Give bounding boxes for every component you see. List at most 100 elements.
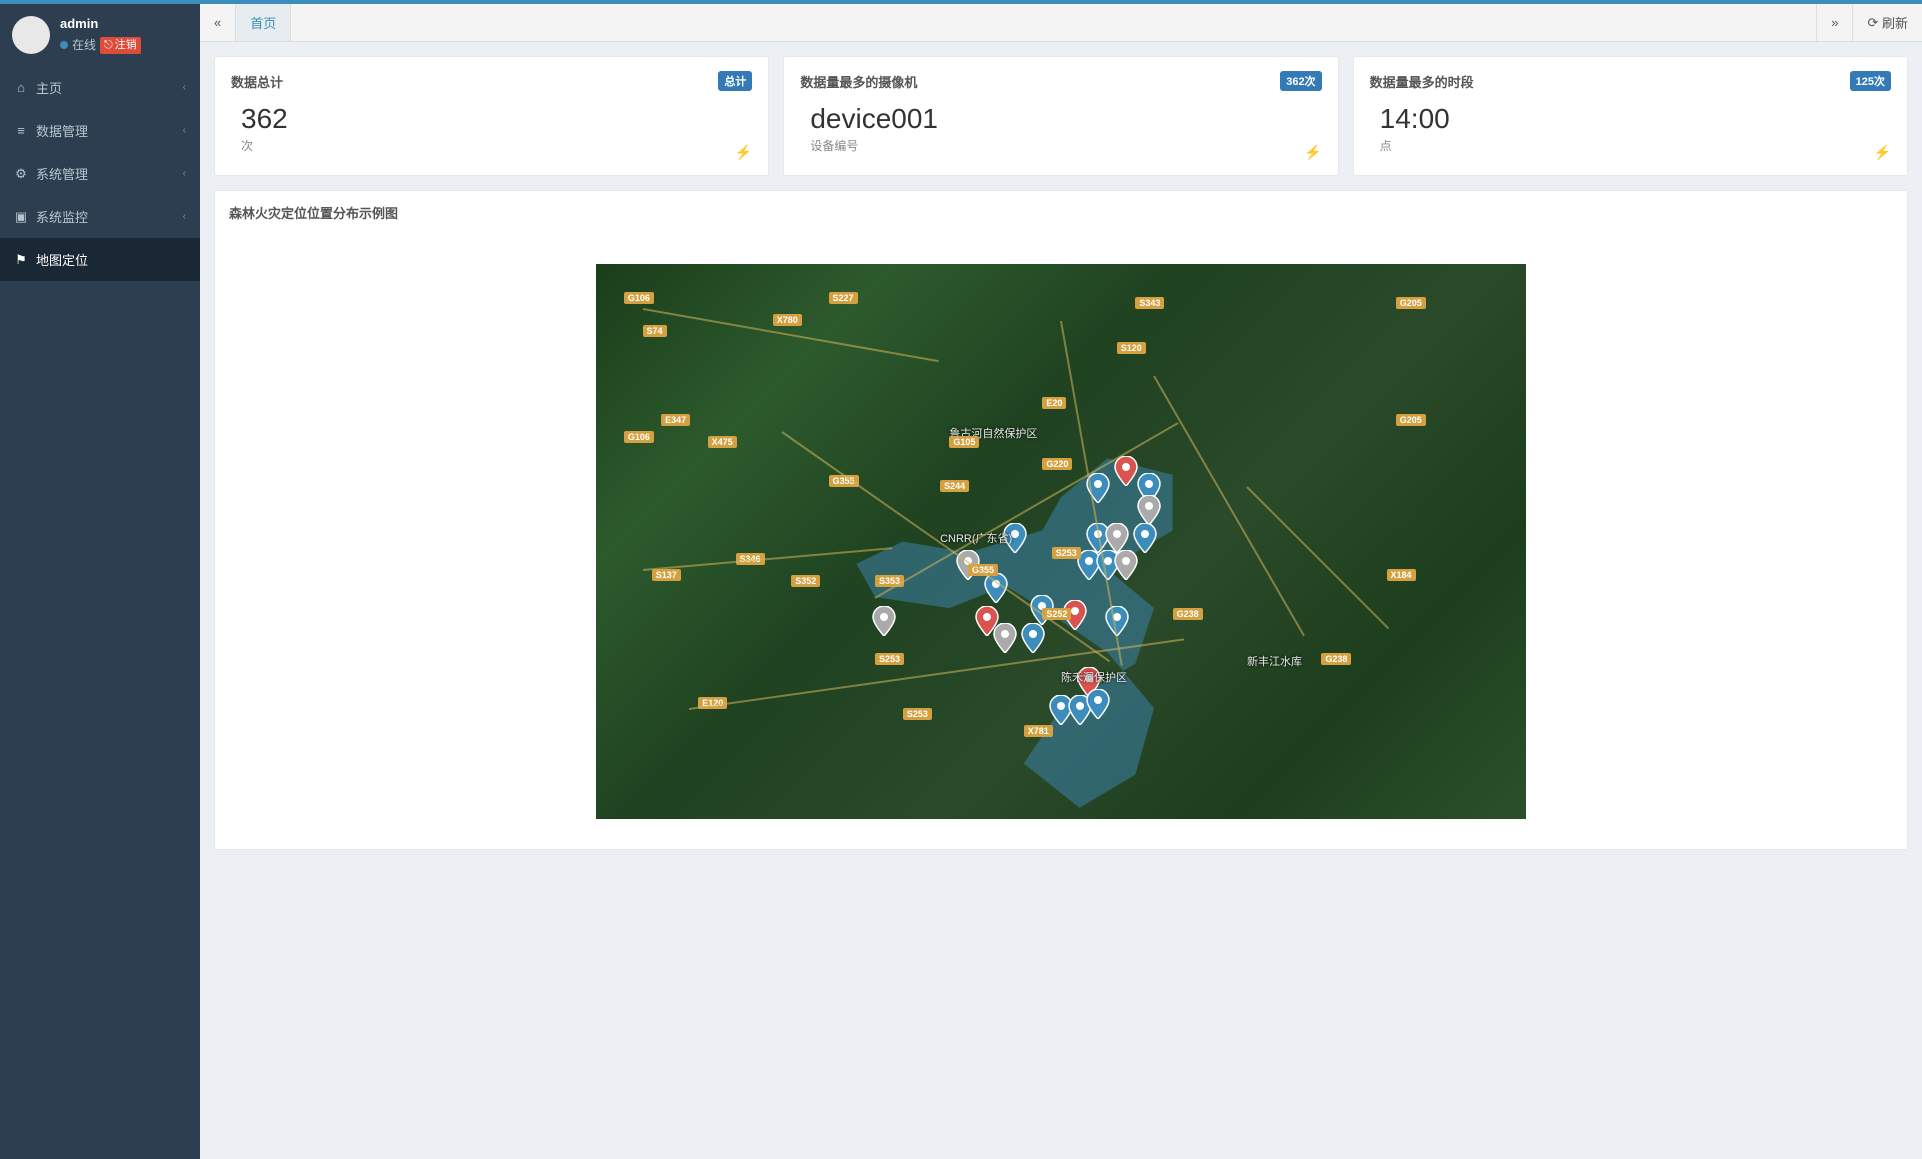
map-road-label: G106 — [624, 292, 654, 304]
tabs-next-button[interactable]: » — [1816, 4, 1852, 41]
username: admin — [60, 16, 141, 33]
tab-bar: « 首页 » ⟳ 刷新 — [200, 4, 1922, 42]
card-value: 14:00 — [1370, 103, 1891, 135]
camera-icon: ▣ — [14, 209, 28, 225]
refresh-label: 刷新 — [1882, 13, 1908, 32]
user-panel: admin 在线 ⎋ 注销 — [0, 4, 200, 66]
card-badge: 125次 — [1850, 71, 1891, 91]
card-title: 数据量最多的摄像机 — [800, 72, 917, 91]
card-badge: 总计 — [718, 71, 752, 91]
map-road-label: G106 — [624, 431, 654, 443]
card-sub: 次 — [231, 137, 752, 154]
home-icon: ⌂ — [14, 80, 28, 95]
map-road-label: S343 — [1135, 297, 1164, 309]
tab-home[interactable]: 首页 — [236, 4, 291, 41]
card-value: device001 — [800, 103, 1321, 135]
logout-icon: ⎋ — [104, 38, 113, 52]
map-road-label: E347 — [661, 414, 690, 426]
map-road-label: G205 — [1396, 297, 1426, 309]
map-zone-polygon — [596, 264, 1526, 819]
pin-icon: ⚑ — [14, 252, 28, 268]
nav-map[interactable]: ⚑ 地图定位 — [0, 238, 200, 281]
logout-button[interactable]: ⎋ 注销 — [100, 37, 141, 53]
stat-card-time: 数据量最多的时段 125次 14:00 点 ⚡ — [1353, 56, 1908, 176]
chevron-left-icon: ‹ — [183, 125, 186, 136]
nav-system[interactable]: ⚙ 系统管理 ‹ — [0, 152, 200, 195]
main-area: « 首页 » ⟳ 刷新 数据总计 — [200, 4, 1922, 1159]
nav-home[interactable]: ⌂ 主页 ‹ — [0, 66, 200, 109]
map-road-label: S244 — [940, 480, 969, 492]
stat-card-device: 数据量最多的摄像机 362次 device001 设备编号 ⚡ — [783, 56, 1338, 176]
panel-title: 森林火灾定位位置分布示例图 — [215, 191, 1907, 234]
nav-label: 地图定位 — [36, 250, 88, 269]
map-road-line — [1246, 486, 1389, 629]
map-canvas[interactable]: 鲁古河自然保护区陈禾洞保护区CNRR(广东省)新丰江水库G106G106S74S… — [596, 264, 1526, 819]
map-place-label: 陈禾洞保护区 — [1061, 669, 1127, 685]
chevron-left-icon: ‹ — [183, 211, 186, 222]
double-chevron-right-icon: » — [1831, 15, 1838, 30]
list-icon: ≡ — [14, 123, 28, 138]
map-road-label: X780 — [773, 314, 802, 326]
double-chevron-left-icon: « — [214, 15, 221, 30]
map-pin-icon[interactable] — [872, 606, 896, 636]
map-road-label: E20 — [1042, 397, 1066, 409]
tabs-prev-button[interactable]: « — [200, 4, 236, 41]
card-title: 数据总计 — [231, 72, 283, 91]
map-road-label: S137 — [652, 569, 681, 581]
map-place-label: 新丰江水库 — [1247, 653, 1302, 669]
map-panel: 森林火灾定位位置分布示例图 鲁古河自然保护区陈禾洞保护区CNRR(广东省)新丰江… — [214, 190, 1908, 850]
tab-label: 首页 — [250, 13, 276, 32]
map-road-label: S353 — [875, 575, 904, 587]
map-road-label: S352 — [791, 575, 820, 587]
map-pin-icon[interactable] — [1114, 550, 1138, 580]
nav-label: 主页 — [36, 78, 62, 97]
map-road-label: X781 — [1024, 725, 1053, 737]
map-road-label: G220 — [1042, 458, 1072, 470]
card-title: 数据量最多的时段 — [1370, 72, 1474, 91]
chevron-left-icon: ‹ — [183, 168, 186, 179]
avatar — [12, 16, 50, 54]
map-pin-icon[interactable] — [1133, 523, 1157, 553]
map-road-label: X475 — [708, 436, 737, 448]
map-road-label: S74 — [643, 325, 667, 337]
card-sub: 设备编号 — [800, 137, 1321, 154]
status-text: 在线 — [72, 38, 96, 54]
map-road-label: G238 — [1173, 608, 1203, 620]
map-pin-icon[interactable] — [1105, 523, 1129, 553]
map-road-label: S120 — [1117, 342, 1146, 354]
gear-icon: ⚙ — [14, 166, 28, 182]
map-road-line — [642, 547, 891, 571]
map-road-label: G205 — [1396, 414, 1426, 426]
nav-menu: ⌂ 主页 ‹ ≡ 数据管理 ‹ ⚙ 系统管理 ‹ ▣ 系统监控 ‹ ⚑ 地图定位 — [0, 66, 200, 281]
content-area: 数据总计 总计 362 次 ⚡ 数据量最多的摄像机 362次 device001… — [200, 42, 1922, 1159]
map-pin-icon[interactable] — [993, 623, 1017, 653]
sidebar: admin 在线 ⎋ 注销 ⌂ 主页 ‹ ≡ 数据管理 ‹ — [0, 4, 200, 1159]
online-dot-icon — [60, 41, 68, 49]
bolt-icon: ⚡ — [735, 144, 752, 161]
map-road-label: S227 — [829, 292, 858, 304]
bolt-icon: ⚡ — [1304, 144, 1321, 161]
map-pin-icon[interactable] — [1114, 456, 1138, 486]
nav-monitor[interactable]: ▣ 系统监控 ‹ — [0, 195, 200, 238]
nav-label: 系统监控 — [36, 207, 88, 226]
map-road-label: G238 — [1321, 653, 1351, 665]
nav-data[interactable]: ≡ 数据管理 ‹ — [0, 109, 200, 152]
map-road-label: S253 — [875, 653, 904, 665]
map-road-label: S253 — [1052, 547, 1081, 559]
refresh-button[interactable]: ⟳ 刷新 — [1852, 4, 1922, 41]
nav-label: 系统管理 — [36, 164, 88, 183]
card-badge: 362次 — [1280, 71, 1321, 91]
map-pin-icon[interactable] — [1021, 623, 1045, 653]
logout-label: 注销 — [115, 38, 137, 52]
refresh-icon: ⟳ — [1867, 15, 1878, 31]
map-pin-icon[interactable] — [1086, 689, 1110, 719]
map-road-label: S253 — [903, 708, 932, 720]
stat-card-total: 数据总计 总计 362 次 ⚡ — [214, 56, 769, 176]
card-value: 362 — [231, 103, 752, 135]
map-pin-icon[interactable] — [1137, 495, 1161, 525]
card-sub: 点 — [1370, 137, 1891, 154]
chevron-left-icon: ‹ — [183, 82, 186, 93]
map-road-line — [1153, 376, 1305, 637]
map-road-label: X184 — [1387, 569, 1416, 581]
stat-cards: 数据总计 总计 362 次 ⚡ 数据量最多的摄像机 362次 device001… — [214, 56, 1908, 176]
